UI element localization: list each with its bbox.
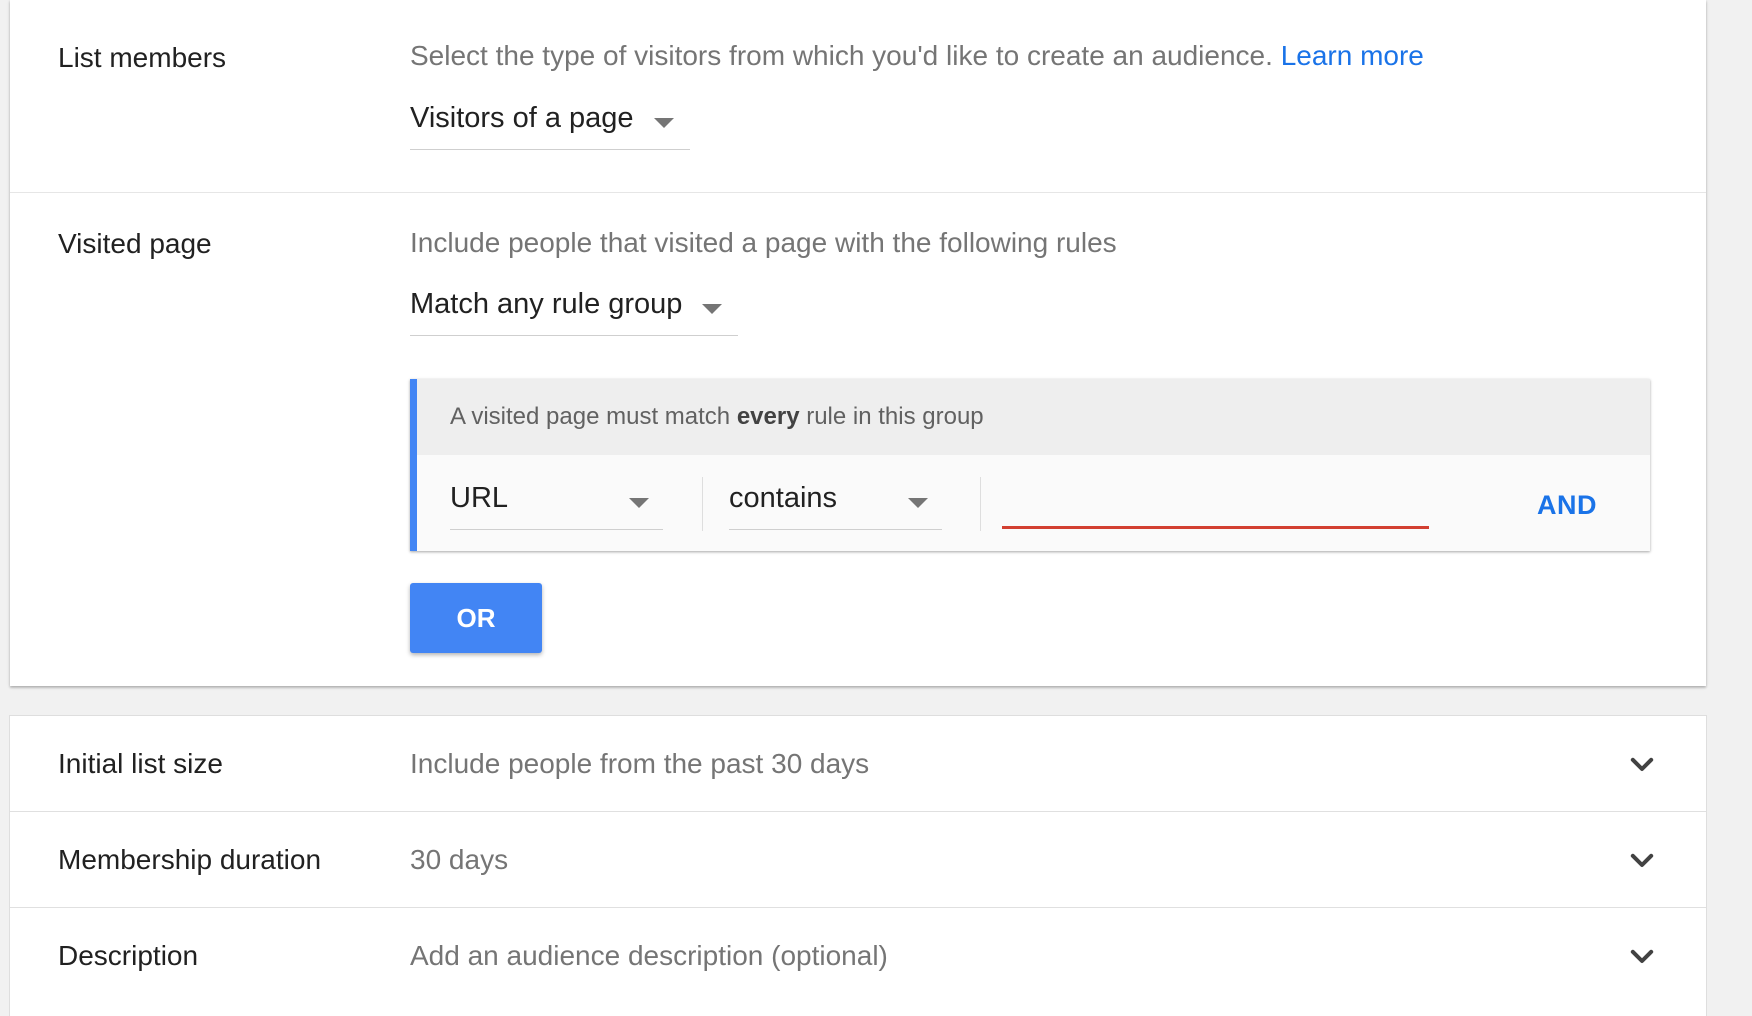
audience-settings-card: Initial list size Include people from th… <box>10 716 1706 1016</box>
visited-page-description: Include people that visited a page with … <box>410 227 1117 258</box>
learn-more-link[interactable]: Learn more <box>1281 40 1424 71</box>
list-members-label: List members <box>58 42 227 73</box>
list-members-dropdown[interactable]: Visitors of a page <box>410 94 690 150</box>
description-row[interactable]: Description Add an audience description … <box>10 908 1706 1004</box>
or-button[interactable]: OR <box>410 583 542 653</box>
dropdown-caret-icon <box>908 498 928 508</box>
initial-list-size-value: Include people from the past 30 days <box>410 748 870 779</box>
rule-divider <box>980 477 981 531</box>
rule-operator-selected: contains <box>729 482 838 514</box>
visited-page-section: Visited page Include people that visited… <box>10 193 1706 686</box>
list-members-description: Select the type of visitors from which y… <box>410 40 1424 72</box>
rule-group-header: A visited page must match every rule in … <box>417 379 1650 455</box>
dropdown-caret-icon <box>654 118 674 128</box>
chevron-down-icon[interactable] <box>1622 936 1662 976</box>
dropdown-caret-icon <box>629 498 649 508</box>
rule-divider <box>702 477 703 531</box>
match-rule-dropdown[interactable]: Match any rule group <box>410 280 738 336</box>
rule-group-header-prefix: A visited page must match <box>450 403 731 430</box>
membership-duration-row[interactable]: Membership duration 30 days <box>10 812 1706 908</box>
rule-group: A visited page must match every rule in … <box>410 379 1650 551</box>
membership-duration-value: 30 days <box>410 844 509 875</box>
initial-list-size-label: Initial list size <box>58 748 223 779</box>
initial-list-size-row[interactable]: Initial list size Include people from th… <box>10 716 1706 812</box>
rule-group-header-text: A visited page must match every rule in … <box>450 403 984 431</box>
rule-group-header-bold: every <box>736 403 800 430</box>
dropdown-caret-icon <box>702 304 722 314</box>
rule-value-input[interactable] <box>1002 483 1429 529</box>
description-label: Description <box>58 940 199 971</box>
match-rule-selected: Match any rule group <box>410 288 683 320</box>
description-value: Add an audience description (optional) <box>410 940 888 971</box>
rule-field-dropdown[interactable]: URL <box>450 475 663 530</box>
chevron-down-icon[interactable] <box>1622 840 1662 880</box>
visited-page-label: Visited page <box>58 228 212 259</box>
rule-operator-dropdown[interactable]: contains <box>729 475 942 530</box>
chevron-down-icon[interactable] <box>1622 744 1662 784</box>
and-button[interactable]: AND <box>1522 479 1612 531</box>
list-members-section: List members Select the type of visitors… <box>10 0 1706 193</box>
rule-field-selected: URL <box>450 482 509 514</box>
list-members-selected: Visitors of a page <box>410 102 634 134</box>
rule-group-header-suffix: rule in this group <box>806 403 984 430</box>
list-members-description-text: Select the type of visitors from which y… <box>410 40 1273 71</box>
audience-rules-card: List members Select the type of visitors… <box>10 0 1706 686</box>
membership-duration-label: Membership duration <box>58 844 322 875</box>
